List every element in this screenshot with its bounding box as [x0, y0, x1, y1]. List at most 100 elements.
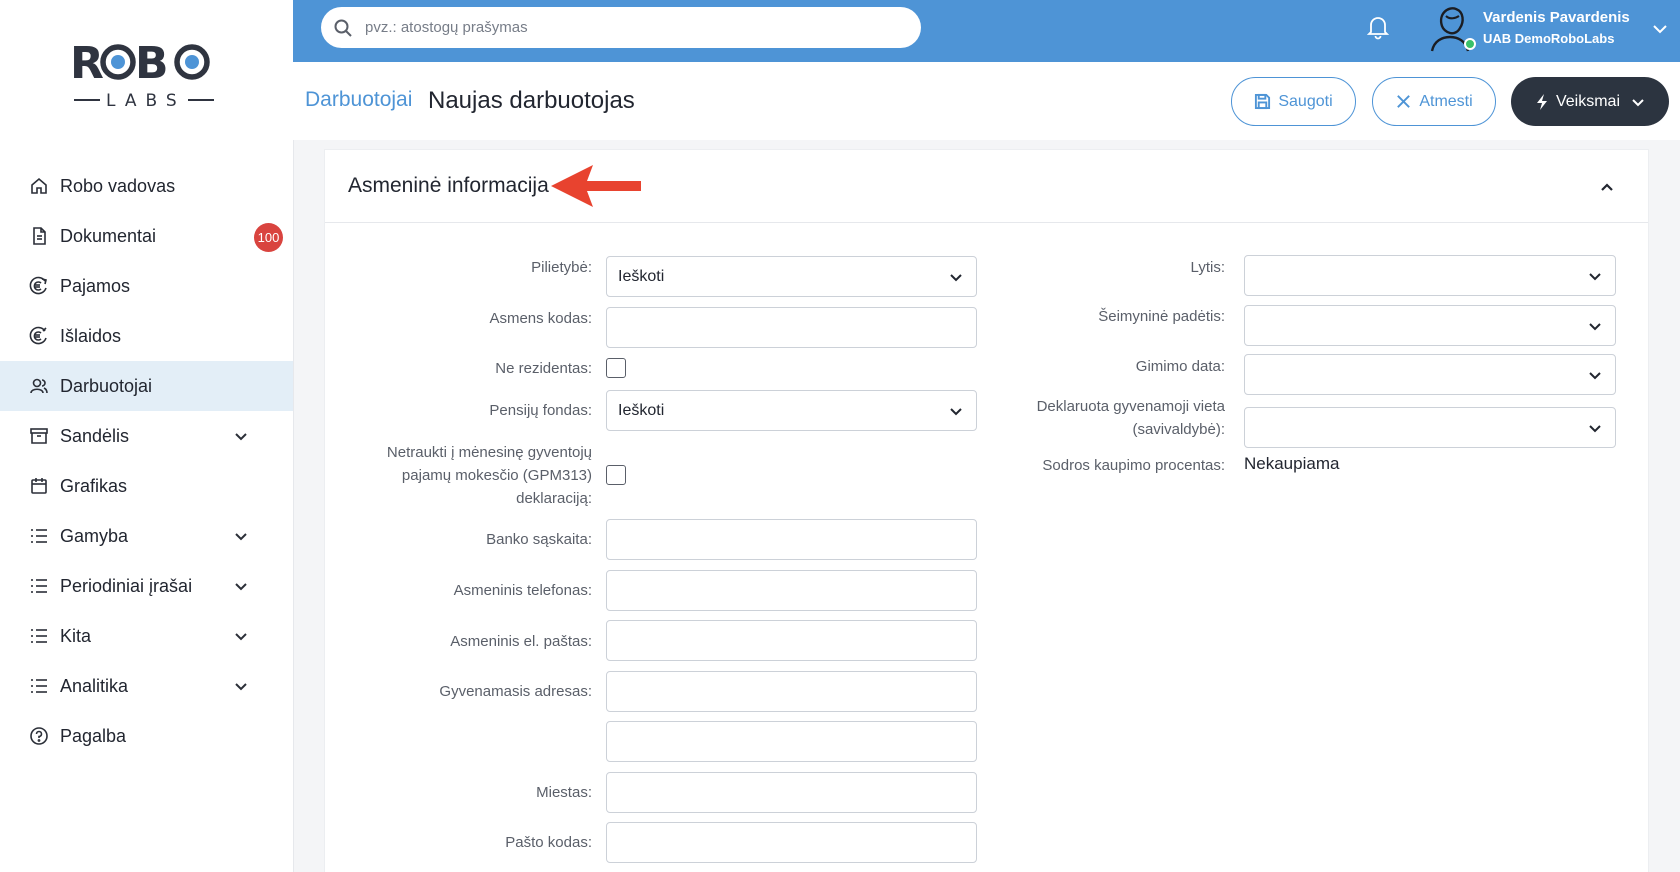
chevron-up-icon[interactable] — [1598, 178, 1616, 196]
archive-icon — [28, 425, 50, 447]
list-icon — [28, 675, 50, 697]
sodra-label: Sodros kaupimo procentas: — [1042, 457, 1225, 474]
email-label: Asmeninis el. paštas: — [450, 633, 592, 650]
sidebar-item-dokumentai[interactable]: Dokumentai 100 — [0, 211, 293, 261]
sidebar-item-label: Sandėlis — [60, 425, 130, 446]
list-icon — [28, 525, 50, 547]
pension-fund-value: Ieškoti — [618, 401, 665, 419]
search-bar[interactable] — [321, 7, 921, 48]
bank-account-label: Banko sąskaita: — [486, 531, 592, 548]
help-icon — [28, 725, 50, 747]
sidebar-item-label: Pagalba — [60, 725, 127, 746]
user-company: UAB DemoRoboLabs — [1483, 31, 1615, 46]
chevron-down-icon[interactable] — [233, 578, 249, 594]
sidebar-item-periodiniai-irasai[interactable]: Periodiniai įrašai — [0, 561, 293, 611]
birth-date-label: Gimimo data: — [1135, 358, 1225, 375]
citizenship-select[interactable]: Ieškoti — [606, 256, 977, 297]
home-icon — [28, 175, 50, 197]
sidebar-item-darbuotojai[interactable]: Darbuotojai — [0, 361, 293, 411]
citizenship-value: Ieškoti — [618, 267, 665, 285]
chevron-down-icon[interactable] — [1651, 20, 1669, 38]
sidebar-item-robo-vadovas[interactable]: Robo vadovas — [0, 161, 293, 211]
residence-label-line: Deklaruota gyvenamoji vieta — [1036, 398, 1225, 415]
sidebar-item-label: Kita — [60, 625, 92, 646]
sidebar-nav: Robo vadovas Dokumentai 100 Pajamos Išla… — [0, 161, 293, 761]
svg-text:B: B — [135, 40, 169, 89]
citizenship-label: Pilietybė: — [531, 259, 592, 276]
city-label: Miestas: — [536, 784, 592, 801]
user-name[interactable]: Vardenis Pavardenis — [1483, 9, 1630, 26]
gender-select[interactable] — [1244, 255, 1616, 296]
save-icon — [1255, 93, 1271, 110]
sidebar-item-label: Dokumentai — [60, 225, 157, 246]
notifications-bell-icon[interactable] — [1364, 13, 1394, 43]
chevron-down-icon[interactable] — [233, 428, 249, 444]
breadcrumb[interactable]: Darbuotojai — [305, 88, 412, 112]
top-header: Vardenis Pavardenis UAB DemoRoboLabs — [293, 0, 1680, 62]
sidebar-item-label: Darbuotojai — [60, 375, 153, 396]
chevron-down-icon — [1589, 273, 1601, 281]
search-input[interactable] — [365, 19, 905, 36]
sidebar-item-pagalba[interactable]: Pagalba — [0, 711, 293, 761]
city-input[interactable] — [606, 772, 977, 813]
postal-code-label: Pašto kodas: — [505, 834, 592, 851]
phone-input[interactable] — [606, 570, 977, 611]
euro-in-icon — [28, 275, 50, 297]
gpm313-label-line: pajamų mokesčio (GPM313) — [401, 467, 592, 484]
residence-label: Deklaruota gyvenamoji vieta (savivaldybė… — [885, 395, 1225, 441]
chevron-down-icon[interactable] — [233, 528, 249, 544]
postal-code-input[interactable] — [606, 822, 977, 863]
birth-date-picker[interactable] — [1244, 354, 1616, 395]
robolabs-logo[interactable]: R B LABS — [70, 38, 220, 115]
chevron-down-icon[interactable] — [233, 678, 249, 694]
sidebar-item-sandelis[interactable]: Sandėlis — [0, 411, 293, 461]
sidebar-item-label: Grafikas — [60, 475, 128, 496]
address-label: Gyvenamasis adresas: — [439, 683, 592, 700]
sodra-value: Nekaupiama — [1244, 454, 1340, 473]
chevron-down-icon — [1589, 372, 1601, 380]
sidebar-item-analitika[interactable]: Analitika — [0, 661, 293, 711]
email-input[interactable] — [606, 620, 977, 661]
close-icon — [1397, 95, 1411, 108]
save-label: Saugoti — [1278, 92, 1333, 110]
sidebar-item-grafikas[interactable]: Grafikas — [0, 461, 293, 511]
online-status-dot — [1464, 38, 1476, 50]
bank-account-input[interactable] — [606, 519, 977, 560]
svg-text:R: R — [70, 40, 103, 89]
sidebar-item-label: Analitika — [60, 675, 129, 696]
actions-button[interactable]: Veiksmai — [1511, 77, 1669, 126]
marital-status-label: Šeimyninė padėtis: — [1098, 308, 1225, 325]
sidebar-item-pajamos[interactable]: Pajamos — [0, 261, 293, 311]
arrow-left-icon — [551, 165, 641, 207]
marital-status-select[interactable] — [1244, 305, 1616, 346]
sidebar-item-label: Periodiniai įrašai — [60, 575, 193, 596]
non-resident-checkbox[interactable] — [606, 358, 626, 378]
svg-text:LABS: LABS — [106, 91, 186, 111]
phone-label: Asmeninis telefonas: — [453, 582, 592, 599]
gender-label: Lytis: — [1190, 259, 1225, 276]
list-icon — [28, 575, 50, 597]
sidebar: R B LABS Robo vadovas Dokumentai 100 Paj… — [0, 0, 293, 872]
section-header[interactable]: Asmeninė informacija — [325, 150, 1648, 223]
gpm313-checkbox[interactable] — [606, 465, 626, 485]
save-button[interactable]: Saugoti — [1231, 77, 1356, 126]
personal-info-card: Asmeninė informacija Pilietybė: Ieškoti … — [325, 150, 1648, 872]
cancel-label: Atmesti — [1419, 92, 1473, 110]
address-line2-input[interactable] — [606, 721, 977, 762]
section-title: Asmeninė informacija — [348, 174, 549, 197]
residence-select[interactable] — [1244, 407, 1616, 448]
address-input[interactable] — [606, 671, 977, 712]
sidebar-item-gamyba[interactable]: Gamyba — [0, 511, 293, 561]
calendar-icon — [28, 475, 50, 497]
sidebar-item-islaidos[interactable]: Išlaidos — [0, 311, 293, 361]
page-header: Darbuotojai Naujas darbuotojas Saugoti A… — [293, 62, 1680, 140]
chevron-down-icon — [1589, 425, 1601, 433]
actions-label: Veiksmai — [1555, 92, 1621, 110]
gpm313-label-line: deklaraciją: — [516, 490, 592, 507]
sidebar-item-label: Gamyba — [60, 525, 129, 546]
chevron-down-icon[interactable] — [233, 628, 249, 644]
personal-code-input[interactable] — [606, 307, 977, 348]
sidebar-item-kita[interactable]: Kita — [0, 611, 293, 661]
sidebar-item-label: Išlaidos — [60, 325, 122, 346]
cancel-button[interactable]: Atmesti — [1372, 77, 1496, 126]
